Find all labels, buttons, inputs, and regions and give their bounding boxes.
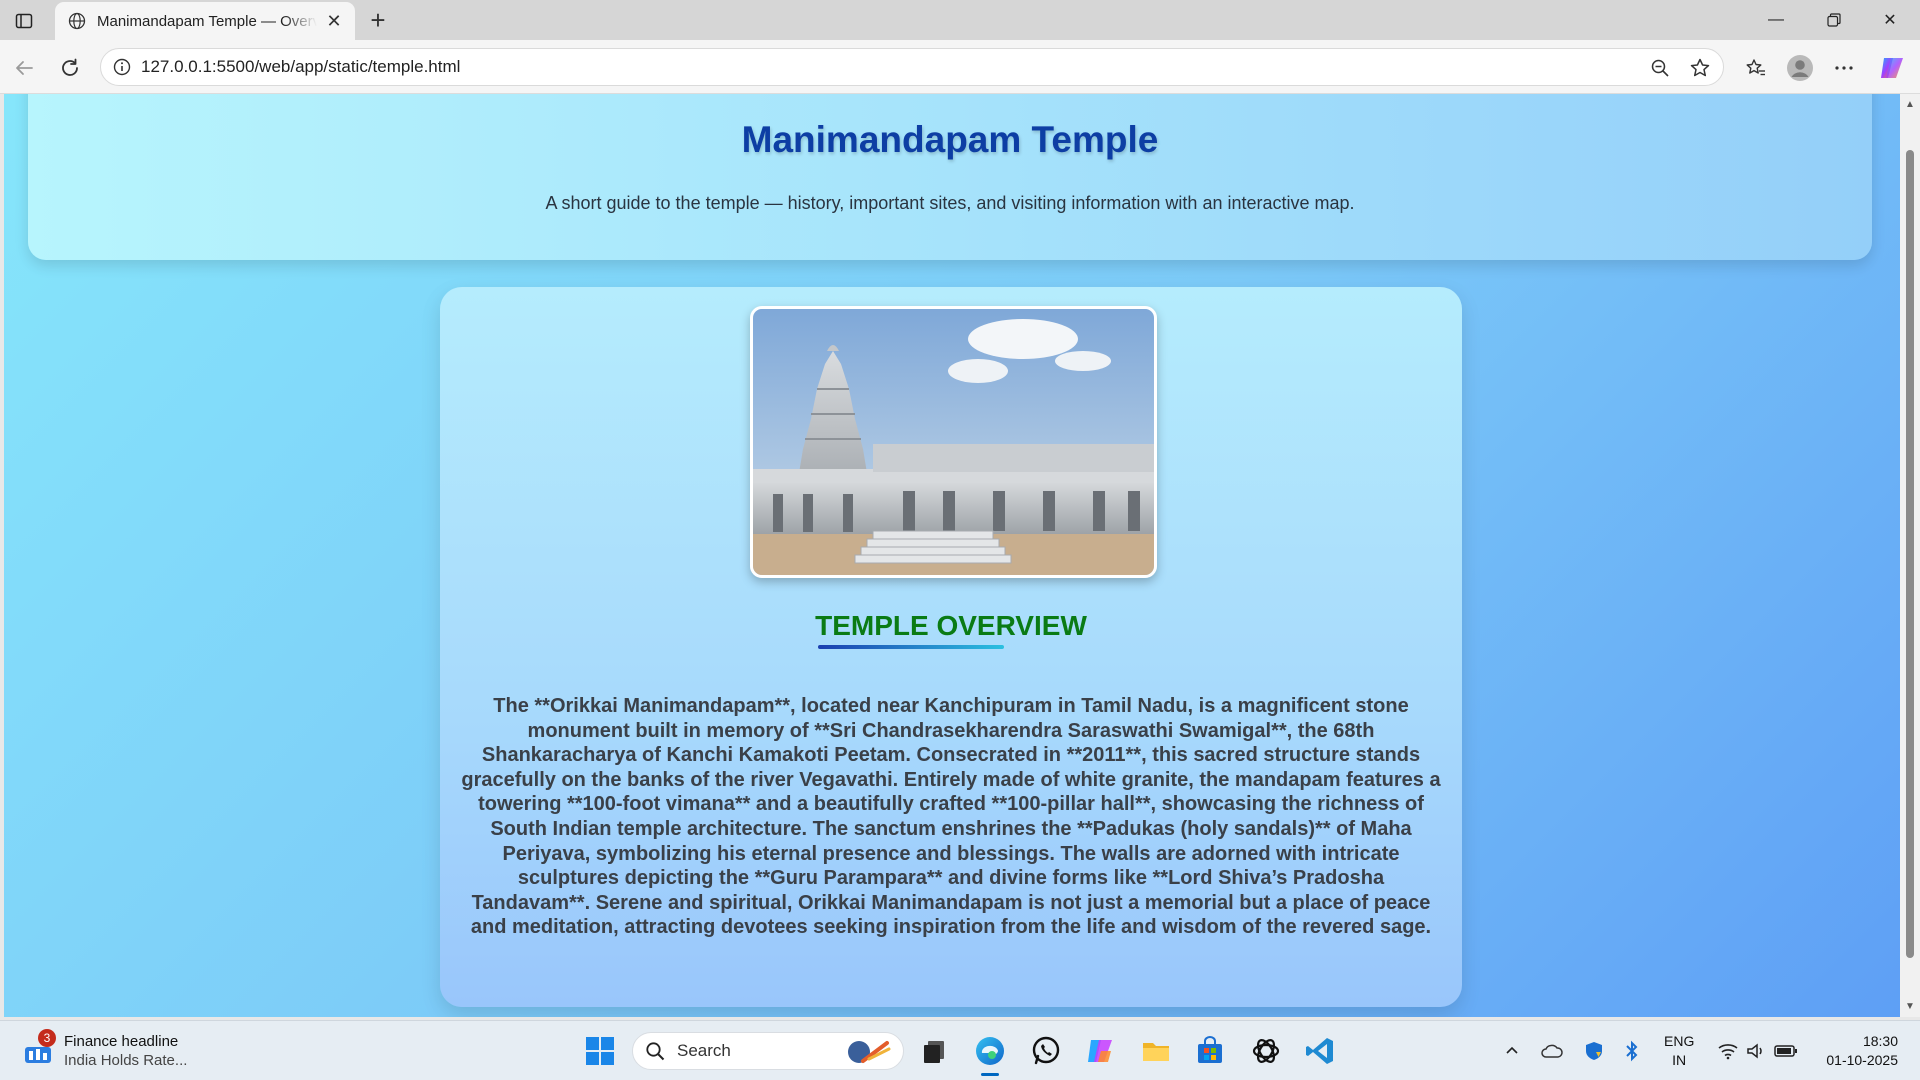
widget-title: Finance headline	[64, 1033, 179, 1050]
scroll-thumb[interactable]	[1906, 150, 1914, 958]
url-text: 127.0.0.1:5500/web/app/static/temple.htm…	[141, 57, 461, 76]
overview-paragraph: The **Orikkai Manimandapam**, located ne…	[461, 695, 1441, 939]
bluetooth-icon[interactable]	[1620, 1039, 1644, 1063]
file-explorer-icon[interactable]	[1136, 1031, 1176, 1071]
back-icon[interactable]	[8, 52, 40, 84]
more-options-icon[interactable]	[1828, 52, 1860, 84]
page-title: Manimandapam Temple	[741, 119, 1159, 160]
overview-card: TEMPLE OVERVIEW The **Orikkai Manimandap…	[440, 287, 1462, 1007]
site-info-icon[interactable]	[113, 58, 131, 76]
copilot-app-icon[interactable]	[1080, 1031, 1120, 1071]
battery-icon[interactable]	[1774, 1039, 1798, 1063]
microsoft-store-icon[interactable]	[1190, 1031, 1230, 1071]
task-view-icon[interactable]	[914, 1031, 954, 1071]
globe-icon	[67, 11, 87, 31]
wifi-icon[interactable]	[1716, 1039, 1740, 1063]
edge-browser-icon[interactable]	[970, 1031, 1010, 1071]
new-tab-button[interactable]: +	[364, 5, 392, 35]
region-code: IN	[1672, 1052, 1687, 1068]
page-subtitle: A short guide to the temple — history, i…	[545, 193, 1355, 213]
security-shield-icon[interactable]	[1582, 1039, 1606, 1063]
clock-date: 01-10-2025	[1826, 1052, 1898, 1068]
close-window-icon[interactable]: ✕	[1862, 0, 1918, 40]
taskbar: 3 Finance headline India Holds Rate... S…	[0, 1020, 1920, 1080]
temple-photo	[750, 306, 1157, 578]
page-viewport: Manimandapam Temple A short guide to the…	[4, 94, 1900, 1017]
system-clock[interactable]: 18:30 01-10-2025	[1810, 1032, 1898, 1070]
scroll-down-icon[interactable]: ▼	[1904, 1000, 1916, 1012]
whatsapp-icon[interactable]	[1026, 1031, 1066, 1071]
windows-start-icon[interactable]	[580, 1031, 620, 1071]
zoom-icon[interactable]	[1649, 57, 1671, 79]
scroll-up-icon[interactable]: ▲	[1904, 98, 1916, 110]
volume-icon[interactable]	[1744, 1039, 1768, 1063]
minimize-icon[interactable]: —	[1748, 0, 1804, 40]
search-icon	[645, 1041, 665, 1061]
page-header: Manimandapam Temple A short guide to the…	[28, 94, 1872, 260]
language-code: ENG	[1664, 1033, 1695, 1049]
news-widget[interactable]: 3 Finance headline India Holds Rate...	[22, 1029, 222, 1073]
show-hidden-icons-chevron-icon[interactable]	[1500, 1039, 1524, 1063]
vscode-icon[interactable]	[1300, 1031, 1340, 1071]
browser-tab-active[interactable]: Manimandapam Temple — Overview ✕	[55, 2, 355, 40]
section-title-underline	[818, 645, 1004, 649]
tab-title: Manimandapam Temple — Overview	[97, 12, 317, 30]
chatgpt-icon[interactable]	[1246, 1031, 1286, 1071]
page-scrollbar[interactable]: ▲ ▼	[1900, 94, 1920, 1017]
search-highlight-icon	[841, 1037, 895, 1067]
finance-widget-icon: 3	[22, 1029, 56, 1067]
reload-icon[interactable]	[54, 52, 86, 84]
language-indicator[interactable]: ENG IN	[1664, 1032, 1694, 1070]
active-app-indicator	[981, 1073, 999, 1076]
favorites-icon[interactable]	[1740, 52, 1772, 84]
clock-time: 18:30	[1862, 1033, 1898, 1049]
profile-avatar-icon[interactable]	[1784, 52, 1816, 84]
search-placeholder: Search	[677, 1041, 731, 1060]
address-bar[interactable]: 127.0.0.1:5500/web/app/static/temple.htm…	[100, 48, 1724, 86]
browser-toolbar: 127.0.0.1:5500/web/app/static/temple.htm…	[0, 40, 1920, 94]
widget-subtitle: India Holds Rate...	[64, 1052, 188, 1069]
taskbar-search[interactable]: Search	[632, 1032, 904, 1070]
close-tab-icon[interactable]: ✕	[323, 10, 345, 32]
tab-actions-icon[interactable]	[10, 8, 38, 34]
restore-icon[interactable]	[1806, 0, 1862, 40]
widget-badge: 3	[38, 1029, 56, 1047]
copilot-icon[interactable]	[1876, 52, 1908, 84]
section-title: TEMPLE OVERVIEW	[815, 610, 1087, 641]
tab-bar: Manimandapam Temple — Overview ✕ + — ✕	[0, 0, 1920, 40]
onedrive-cloud-icon[interactable]	[1540, 1039, 1564, 1063]
favorite-star-icon[interactable]	[1689, 57, 1711, 79]
